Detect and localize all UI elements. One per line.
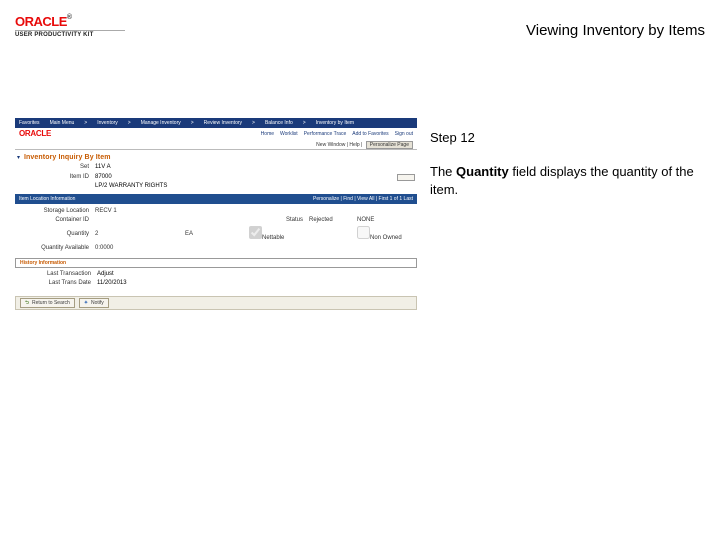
breadcrumb-item[interactable]: Review Inventory (204, 120, 242, 126)
field-set: Set 11V A (15, 163, 417, 172)
quantity-field[interactable]: 2 (95, 231, 185, 238)
value: RECV 1 (95, 208, 185, 215)
utility-bar: New Window | Help | Personalize Page (15, 140, 417, 150)
label: Last Trans Date (19, 280, 97, 287)
value: LP/2 WARRANTY RIGHTS (95, 183, 167, 190)
label: Container ID (17, 217, 95, 224)
link-home[interactable]: Home (261, 131, 274, 137)
instruction-column: Step 12 The Quantity field displays the … (430, 130, 705, 198)
quantity-label: Quantity (17, 231, 95, 238)
nonowned-checkbox[interactable]: Non Owned (357, 226, 409, 242)
bottom-toolbar: ⮌Return to Search ✦Notify (15, 296, 417, 310)
label (17, 183, 95, 190)
oracle-wordmark: ORACLE (15, 14, 67, 29)
history-block: Last TransactionAdjust Last Trans Date11… (15, 268, 417, 292)
label: Quantity Available (17, 245, 95, 252)
section-bar-items: Item Location Information Personalize | … (15, 194, 417, 204)
return-to-search-button[interactable]: ⮌Return to Search (20, 298, 75, 308)
nettable-checkbox[interactable]: Nettable (249, 226, 309, 242)
personalize-page-button[interactable]: Personalize Page (366, 141, 413, 149)
section-title: Item Location Information (19, 196, 75, 202)
value: NONE (357, 217, 409, 224)
breadcrumb: Favorites Main Menu> Inventory> Manage I… (15, 118, 417, 128)
link-worklist[interactable]: Worklist (280, 131, 298, 137)
value: 11/20/2013 (97, 280, 127, 287)
uom: EA (185, 231, 249, 238)
value: Adjust (97, 271, 114, 278)
step-label: Step 12 (430, 130, 705, 145)
oracle-logo-small: ORACLE (19, 129, 51, 139)
app-header: ORACLE Home Worklist Performance Trace A… (15, 128, 417, 140)
quantity-input[interactable]: 2 (95, 231, 98, 237)
value: 11V A (95, 164, 111, 171)
breadcrumb-item[interactable]: Inventory (97, 120, 118, 126)
breadcrumb-item[interactable]: Favorites (19, 120, 40, 126)
header-links: Home Worklist Performance Trace Add to F… (261, 131, 413, 137)
panel-title-row: ▾ Inventory Inquiry By Item (15, 150, 417, 163)
breadcrumb-item[interactable]: Manage Inventory (141, 120, 181, 126)
utility-links[interactable]: New Window | Help | (316, 142, 362, 148)
value: 87000 (95, 174, 112, 181)
item-location-form: Storage Location RECV 1 Container ID Sta… (15, 204, 417, 256)
page-title: Viewing Inventory by Items (526, 22, 705, 39)
desc-pre: The (430, 164, 456, 179)
label: Item ID (17, 174, 95, 181)
link-signout[interactable]: Sign out (395, 131, 413, 137)
field-itemid: Item ID 87000 (15, 173, 417, 182)
breadcrumb-item[interactable]: Main Menu (50, 120, 75, 126)
desc-bold: Quantity (456, 164, 509, 179)
collapse-icon[interactable]: ▾ (17, 155, 20, 162)
registered-mark: ® (67, 14, 72, 21)
breadcrumb-item[interactable]: Balance Info (265, 120, 293, 126)
lookup-field[interactable] (397, 174, 415, 181)
label: Status (249, 217, 309, 224)
link-add-favorites[interactable]: Add to Favorites (352, 131, 388, 137)
value: Rejected (309, 217, 357, 224)
value: 0:0000 (95, 245, 185, 252)
label: Storage Location (17, 208, 95, 215)
label: Last Transaction (19, 271, 97, 278)
breadcrumb-item[interactable]: Inventory by Item (316, 120, 354, 126)
section-bar-history: History Information (15, 258, 417, 268)
label: Set (17, 164, 95, 171)
link-perf-trace[interactable]: Performance Trace (304, 131, 347, 137)
notify-icon: ✦ (84, 300, 88, 306)
step-description: The Quantity field displays the quantity… (430, 163, 705, 198)
upk-label: USER PRODUCTIVITY KIT (15, 30, 125, 38)
return-icon: ⮌ (25, 300, 29, 306)
section-nav[interactable]: Personalize | Find | View All | First 1 … (313, 196, 413, 202)
embedded-app-screenshot: Favorites Main Menu> Inventory> Manage I… (15, 118, 417, 310)
field-desc: LP/2 WARRANTY RIGHTS (15, 182, 417, 191)
panel-title: Inventory Inquiry By Item (24, 154, 111, 162)
notify-button[interactable]: ✦Notify (79, 298, 109, 308)
